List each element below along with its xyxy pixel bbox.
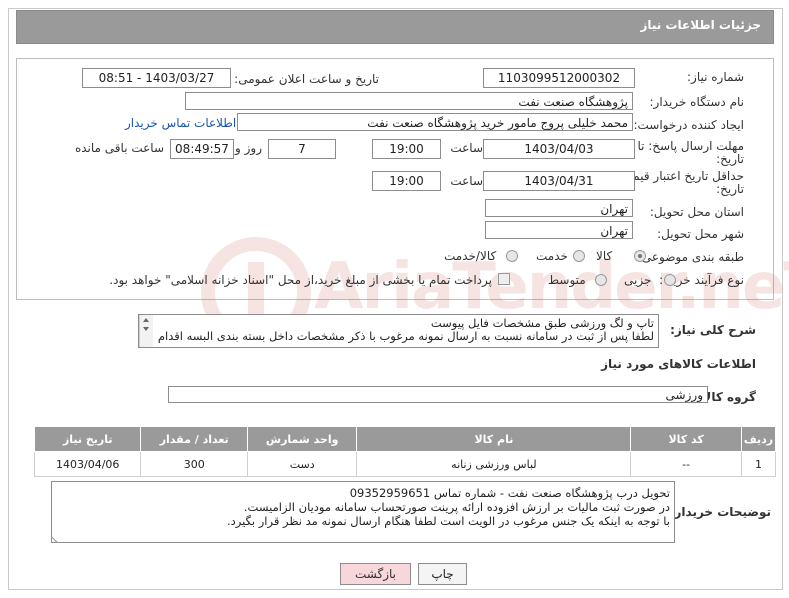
goods-group-field: ورزشی [168,386,708,403]
announce-field: 1403/03/27 - 08:51 [82,68,231,88]
category-label: طبقه بندی موضوعی: [637,250,744,264]
cell-name: لباس ورزشی زنانه [356,451,632,477]
days-field: 7 [268,139,336,159]
description-line-2: لطفا پس از ثبت در سامانه نسبت به ارسال ن… [157,329,654,343]
city-label: شهر محل تحویل: [657,227,744,241]
payment-note: پرداخت تمام یا بخشی از مبلغ خرید،از محل … [109,273,492,287]
buyer-org-label: نام دستگاه خریدار: [649,95,745,109]
creator-field: محمد خلیلی پروج مامور خرید پژوهشگاه صنعت… [237,113,633,131]
col-row: ردیف [740,426,777,452]
category-radio-goods[interactable] [634,250,646,262]
creator-label: ایجاد کننده درخواست: [633,118,744,132]
cell-unit: دست [246,451,358,477]
description-label: شرح کلی نیاز: [670,323,756,337]
days-label: روز و [235,141,262,155]
payment-checkbox[interactable] [498,273,510,285]
reply-date-field: 1403/04/03 [483,139,635,159]
reply-time-label: ساعت [450,141,483,155]
remaining-label: ساعت باقی مانده [74,141,164,155]
col-name: نام کالا [356,426,632,452]
description-textarea[interactable]: تاپ و لگ ورزشی طبق مشخصات فایل پیوست لطف… [138,314,659,348]
category-radio-service[interactable] [573,250,585,262]
goods-section-title: اطلاعات کالاهای مورد نیاز [601,357,756,371]
process-radio-minor[interactable] [664,274,676,286]
need-number-field: 1103099512000302 [483,68,635,88]
remaining-time-field: 08:49:57 [170,139,234,159]
price-time-label: ساعت [450,174,483,188]
buyer-notes-line-3: با توجه به اینکه یک جنس مرغوب در الویت ا… [226,514,670,528]
page-title: جزئیات اطلاعات نیاز [640,18,761,32]
goods-table: ردیف کد کالا نام کالا واحد شمارش تعداد /… [33,426,777,477]
table-row: 1 -- لباس ورزشی زنانه دست 300 1403/04/06 [33,451,777,477]
process-option-minor: جزیی [624,273,652,287]
category-option-service: خدمت [536,249,568,263]
buyer-notes-textarea[interactable]: تحویل درب پژوهشگاه صنعت نفت - شماره تماس… [51,481,675,543]
col-qty: تعداد / مقدار [140,426,248,452]
reply-time-field: 19:00 [372,139,441,159]
province-field: تهران [485,199,633,217]
price-date-field: 1403/04/31 [483,171,635,191]
cell-date: 1403/04/06 [33,451,142,477]
buyer-notes-line-1: تحویل درب پژوهشگاه صنعت نفت - شماره تماس… [349,486,670,500]
title-bar: جزئیات اطلاعات نیاز [16,10,774,44]
category-option-goods: کالا [596,249,613,263]
buyer-org-field: پژوهشگاه صنعت نفت [185,92,633,110]
col-code: کد کالا [630,426,742,452]
col-unit: واحد شمارش [246,426,358,452]
buyer-notes-label: توضیحات خریدار: [669,505,771,519]
contact-info-link[interactable]: اطلاعات تماس خریدار [125,116,236,130]
cell-row: 1 [740,451,777,477]
col-date: تاریخ نیاز [33,426,142,452]
buyer-notes-line-2: در صورت ثبت مالیات بر ارزش افزوده ارائه … [243,500,670,514]
price-validity-label-2: تاریخ: [716,182,744,196]
announce-label: تاریخ و ساعت اعلان عمومی: [234,72,379,86]
cell-code: -- [630,451,742,477]
process-option-medium: متوسط [548,273,586,287]
city-field: تهران [485,221,633,239]
print-button[interactable]: چاپ [418,563,467,585]
description-scrollbar[interactable] [139,315,153,347]
back-button[interactable]: بازگشت [340,563,411,585]
cell-qty: 300 [140,451,248,477]
process-radio-medium[interactable] [595,274,607,286]
category-radio-goods-service[interactable] [506,250,518,262]
category-option-goods-service: کالا/خدمت [444,249,497,263]
price-time-field: 19:00 [372,171,441,191]
reply-deadline-label: مهلت ارسال پاسخ: تا [637,139,744,153]
goods-table-header: ردیف کد کالا نام کالا واحد شمارش تعداد /… [33,426,777,452]
province-label: استان محل تحویل: [649,205,744,219]
need-number-label: شماره نیاز: [687,70,744,84]
reply-deadline-label-2: تاریخ: [716,152,744,166]
